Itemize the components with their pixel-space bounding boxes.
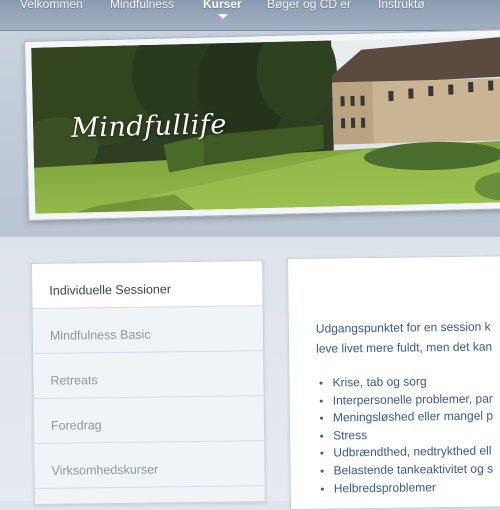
banner-frame: Mindfullife [24, 28, 500, 221]
intro-line: Udgangspunktet for en session k [315, 319, 491, 336]
sidebar-item-label: Retreats [50, 373, 98, 388]
nav-item-boger[interactable]: Bøger og CD er [267, 0, 351, 11]
nav-item-instruktor[interactable]: Instruktø [378, 0, 425, 11]
sidebar-item-individuelle-sessioner[interactable]: Individuelle Sessioner [32, 261, 263, 309]
list-item: Krise, tab og sorg [316, 372, 492, 392]
list-item: Meningsløshed eller mangel p [317, 408, 493, 428]
list-item: Stress [317, 425, 493, 445]
sidebar-item-mindfulness-basic[interactable]: Mindfulness Basic [32, 306, 264, 354]
sidebar-item-retreats[interactable]: Retreats [33, 351, 264, 399]
list-item: Belastende tankeaktivitet og s [318, 460, 494, 480]
intro-paragraph: Udgangspunktet for en session k leve liv… [316, 316, 500, 359]
sidebar-item-virksomhedskurser[interactable]: Virksomhedskurser [34, 441, 265, 489]
list-item: Interpersonelle problemer, par [317, 390, 493, 410]
nav-item-kurser[interactable]: Kurser [203, 0, 242, 11]
sidebar-item-foredrag[interactable]: Foredrag [33, 396, 265, 444]
main-content-panel: Udgangspunktet for en session k leve liv… [287, 255, 500, 510]
bullet-list: Krise, tab og sorg Interpersonelle probl… [316, 372, 494, 497]
nav-item-velkommen[interactable]: Velkommen [20, 0, 83, 11]
sidebar-menu: Individuelle Sessioner Mindfulness Basic… [31, 260, 266, 505]
top-navigation: Velkommen Mindfulness Kurser Bøger og CD… [0, 0, 500, 31]
intro-line: leve livet mere fuldt, men det kan [316, 339, 493, 356]
sidebar-item-label: Foredrag [50, 418, 102, 433]
sidebar-item-label: Mindfulness Basic [49, 327, 151, 343]
active-nav-indicator [218, 14, 228, 19]
sidebar-item-label: Virksomhedskurser [51, 462, 159, 478]
list-item: Udbrændthed, nedtrykthed ell [317, 443, 493, 463]
sidebar-item-label: Individuelle Sessioner [49, 282, 172, 298]
nav-item-mindfulness[interactable]: Mindfulness [110, 0, 174, 11]
list-item: Helbredsproblemer [318, 478, 494, 498]
banner-title: Mindfullife [70, 109, 228, 144]
